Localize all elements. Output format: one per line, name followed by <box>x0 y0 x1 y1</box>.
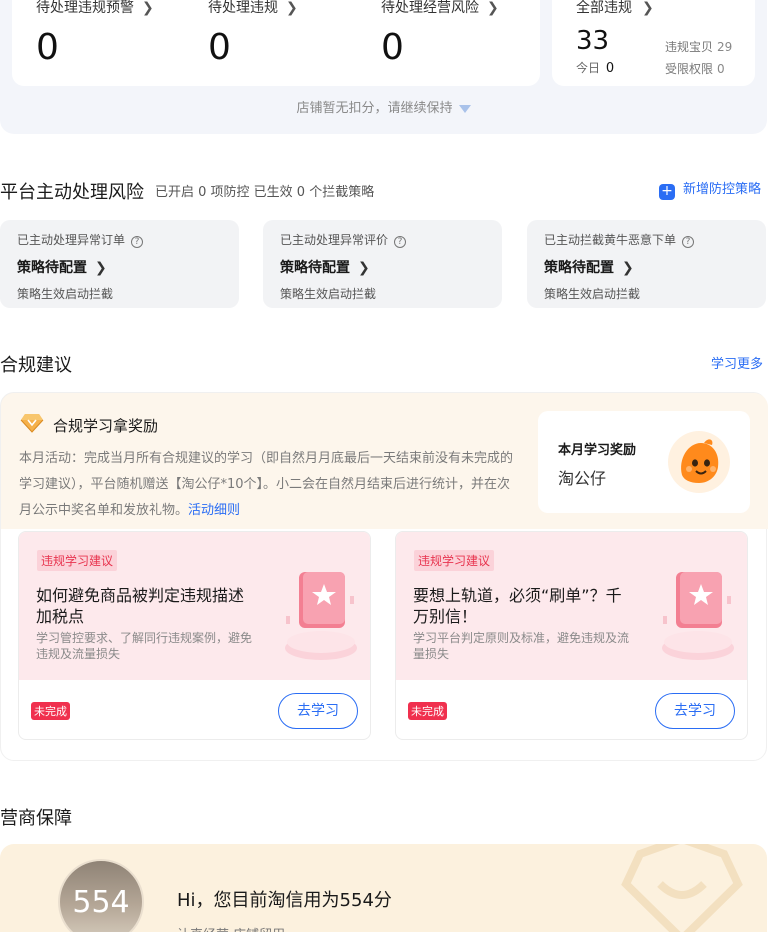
platform-risk-subtitle: 已开启 0 项防控 已生效 0 个拦截策略 <box>155 185 375 200</box>
credit-score-panel: 554 Hi，您目前淘信用为554分 让真经营·店铺留用 <box>0 844 767 932</box>
monthly-reward-label: 本月学习奖励 <box>558 443 637 458</box>
help-icon[interactable]: ? <box>131 236 144 248</box>
risk-card-title: 已主动拦截黄牛恶意下单 <box>544 233 677 247</box>
caret-down-icon <box>458 104 471 113</box>
book-icon <box>662 572 734 660</box>
stat-value: 0 <box>381 27 404 68</box>
course-card-1[interactable]: 违规学习建议 如何避免商品被判定违规描述加税点 学习管控要求、了解同行违规案例，… <box>18 531 371 740</box>
chevron-right-icon: ❯ <box>642 0 654 16</box>
stat-label: 待处理违规预警 <box>36 0 134 16</box>
risk-card-status: 策略待配置 <box>280 260 350 276</box>
reward-title: 合规学习拿奖励 <box>53 417 159 435</box>
course-title: 要想上轨道，必须“刷单”？千万别信！ <box>413 586 622 626</box>
help-icon[interactable]: ? <box>394 236 407 248</box>
compliance-reward-header: 合规学习拿奖励 本月活动：完成当月所有合规建议的学习（即自然月月底最后一天结束前… <box>1 393 768 529</box>
risk-card-title: 已主动处理异常订单 <box>17 233 126 247</box>
violation-items-label: 违规宝贝 <box>665 40 714 54</box>
chevron-right-icon: ❯ <box>622 260 634 276</box>
risk-card-abnormal-reviews[interactable]: 已主动处理异常评价? 策略待配置 ❯ 策略生效启动拦截 <box>263 220 502 308</box>
add-strategy-button[interactable]: + 新增防控策略 <box>659 178 761 200</box>
today-value: 0 <box>605 61 615 76</box>
today-count: 今日 0 <box>576 59 614 76</box>
compliance-panel: 合规学习拿奖励 本月活动：完成当月所有合规建议的学习（即自然月月底最后一天结束前… <box>0 392 768 761</box>
diamond-icon <box>20 414 44 433</box>
status-badge: 未完成 <box>31 702 70 720</box>
credit-score-value: 554 <box>72 885 130 920</box>
stat-pending-risk[interactable]: 待处理经营风险 ❯ 0 <box>381 0 499 68</box>
today-label: 今日 <box>576 61 601 75</box>
platform-risk-title: 平台主动处理风险 <box>0 182 144 203</box>
pending-stats-card: 待处理违规预警 ❯ 0 待处理违规 ❯ 0 待处理经营风险 ❯ 0 <box>12 0 540 86</box>
credit-score-badge: 554 <box>58 859 144 932</box>
course-tag: 违规学习建议 <box>37 550 118 571</box>
credit-subtitle: 让真经营·店铺留用 <box>177 924 285 932</box>
risk-card-footer: 策略生效启动拦截 <box>544 287 641 301</box>
learn-more-link[interactable]: 学习更多 <box>711 353 763 372</box>
go-study-button[interactable]: 去学习 <box>278 693 358 729</box>
all-violations-label: 全部违规 <box>576 0 632 16</box>
status-badge: 未完成 <box>408 702 447 720</box>
mascot-icon <box>668 431 730 493</box>
stat-value: 0 <box>208 27 231 68</box>
restricted-permissions[interactable]: 受限权限 0 <box>665 60 725 77</box>
violation-items-value: 29 <box>717 40 733 54</box>
all-violations-total: 33 <box>576 26 610 56</box>
monthly-reward-value: 淘公仔 <box>558 469 607 488</box>
shield-watermark-icon <box>621 844 743 932</box>
deduct-note-text: 店铺暂无扣分，请继续保持 <box>296 101 453 116</box>
risk-card-scalper-orders[interactable]: 已主动拦截黄牛恶意下单? 策略待配置 ❯ 策略生效启动拦截 <box>527 220 766 308</box>
chevron-right-icon: ❯ <box>487 0 499 16</box>
restricted-permissions-value: 0 <box>717 62 725 76</box>
chevron-right-icon: ❯ <box>358 260 370 276</box>
stat-label: 待处理违规 <box>208 0 278 16</box>
risk-card-status: 策略待配置 <box>17 260 87 276</box>
activity-rules-link[interactable]: 活动细则 <box>188 503 240 518</box>
restricted-permissions-label: 受限权限 <box>665 62 714 76</box>
help-icon[interactable]: ? <box>682 236 695 248</box>
course-tag: 违规学习建议 <box>414 550 495 571</box>
risk-card-footer: 策略生效启动拦截 <box>17 287 114 301</box>
plus-icon: + <box>659 184 675 200</box>
deduct-note[interactable]: 店铺暂无扣分，请继续保持 <box>0 97 767 116</box>
chevron-right-icon: ❯ <box>142 0 154 16</box>
risk-card-title: 已主动处理异常评价 <box>280 233 389 247</box>
add-strategy-label: 新增防控策略 <box>683 182 762 197</box>
risk-card-footer: 策略生效启动拦截 <box>280 287 377 301</box>
course-card-2[interactable]: 违规学习建议 要想上轨道，必须“刷单”？千万别信！ 学习平台判定原则及标准，避免… <box>395 531 748 740</box>
stat-pending-warning[interactable]: 待处理违规预警 ❯ 0 <box>36 0 154 68</box>
violation-items[interactable]: 违规宝贝 29 <box>665 38 732 55</box>
all-violations-card[interactable]: 全部违规 ❯ 33 今日 0 违规宝贝 29 受限权限 0 <box>552 0 755 86</box>
reward-description: 本月活动：完成当月所有合规建议的学习（即自然月月底最后一天结束前没有未完成的学习… <box>19 446 517 524</box>
guarantee-title: 营商保障 <box>0 808 72 829</box>
violation-overview-panel: 待处理违规预警 ❯ 0 待处理违规 ❯ 0 待处理经营风险 ❯ 0 全部违规 ❯ 33 … <box>0 0 767 134</box>
risk-card-status: 策略待配置 <box>544 260 614 276</box>
chevron-right-icon: ❯ <box>95 260 107 276</box>
compliance-title: 合规建议 <box>0 355 72 376</box>
reward-description-text: 本月活动：完成当月所有合规建议的学习（即自然月月底最后一天结束前没有未完成的学习… <box>19 451 514 518</box>
book-icon <box>285 572 357 660</box>
stat-value: 0 <box>36 27 59 68</box>
stat-pending-violation[interactable]: 待处理违规 ❯ 0 <box>208 0 298 68</box>
chevron-right-icon: ❯ <box>286 0 298 16</box>
credit-greeting: Hi，您目前淘信用为554分 <box>177 890 392 911</box>
stat-label: 待处理经营风险 <box>381 0 479 16</box>
risk-card-abnormal-orders[interactable]: 已主动处理异常订单? 策略待配置 ❯ 策略生效启动拦截 <box>0 220 239 308</box>
course-title: 如何避免商品被判定违规描述加税点 <box>36 586 245 626</box>
course-description: 学习管控要求、了解同行违规案例，避免违规及流量损失 <box>36 631 253 661</box>
monthly-reward-card: 本月学习奖励 淘公仔 <box>538 411 750 513</box>
course-description: 学习平台判定原则及标准，避免违规及流量损失 <box>413 631 630 661</box>
go-study-button[interactable]: 去学习 <box>655 693 735 729</box>
